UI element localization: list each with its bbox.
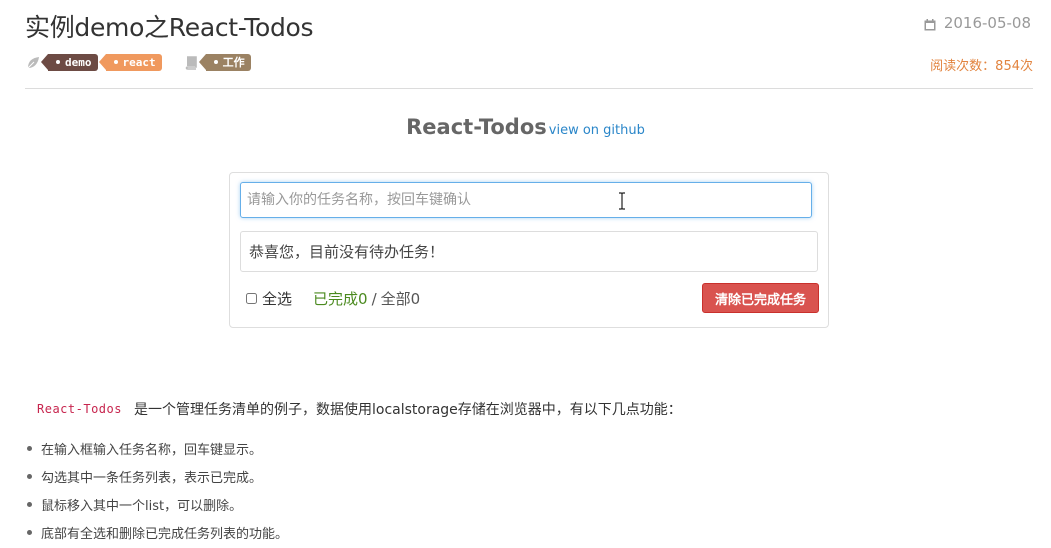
tag-icon [26,55,40,70]
app-title: React-Todos [406,115,547,139]
all-count: 0 [410,290,421,308]
post-date: 2016-05-08 [924,14,1031,32]
text-cursor-icon [617,192,627,210]
list-item: 勾选其中一条任务列表，表示已完成。 [27,462,288,490]
todo-input[interactable] [240,182,812,218]
app-header: React-Todos view on github [0,115,1051,139]
post-tags: demo react 工作 [26,53,251,71]
count-separator: / [371,289,377,308]
list-item: 底部有全选和删除已完成任务列表的功能。 [27,518,288,546]
post-title: 实例demo之React-Todos [25,13,314,42]
description-text: 是一个管理任务清单的例子，数据使用localstorage存储在浏览器中，有以下… [133,402,682,418]
done-status: 已完成0 [313,290,368,308]
header-divider [25,88,1033,89]
todo-footer: 全选 已完成0 / 全部0 [246,288,420,309]
todo-panel: 恭喜您，目前没有待办任务！ 全选 已完成0 / 全部0 清除已完成任务 [229,172,829,328]
post-date-text: 2016-05-08 [943,14,1031,32]
category-work[interactable]: 工作 [198,53,251,71]
list-item: 在输入框输入任务名称，回车键显示。 [27,434,288,462]
list-item: 鼠标移入其中一个list，可以删除。 [27,490,288,518]
book-icon [184,55,198,70]
tag-demo[interactable]: demo [41,53,98,71]
all-status: 全部0 [380,290,421,308]
select-all-label[interactable]: 全选 [262,288,292,309]
calendar-icon [924,17,936,31]
clear-completed-button[interactable]: 清除已完成任务 [701,283,819,313]
description-code: React-Todos [37,402,122,416]
description: React-Todos 是一个管理任务清单的例子，数据使用localstorag… [37,399,682,419]
view-count: 阅读次数：854次 [930,59,1033,74]
feature-list: 在输入框输入任务名称，回车键显示。 勾选其中一条任务列表，表示已完成。 鼠标移入… [27,434,288,546]
empty-message: 恭喜您，目前没有待办任务！ [240,231,818,272]
done-count: 0 [358,290,368,308]
tag-react[interactable]: react [98,53,162,71]
github-link[interactable]: view on github [549,123,645,138]
select-all-checkbox[interactable] [246,293,257,304]
